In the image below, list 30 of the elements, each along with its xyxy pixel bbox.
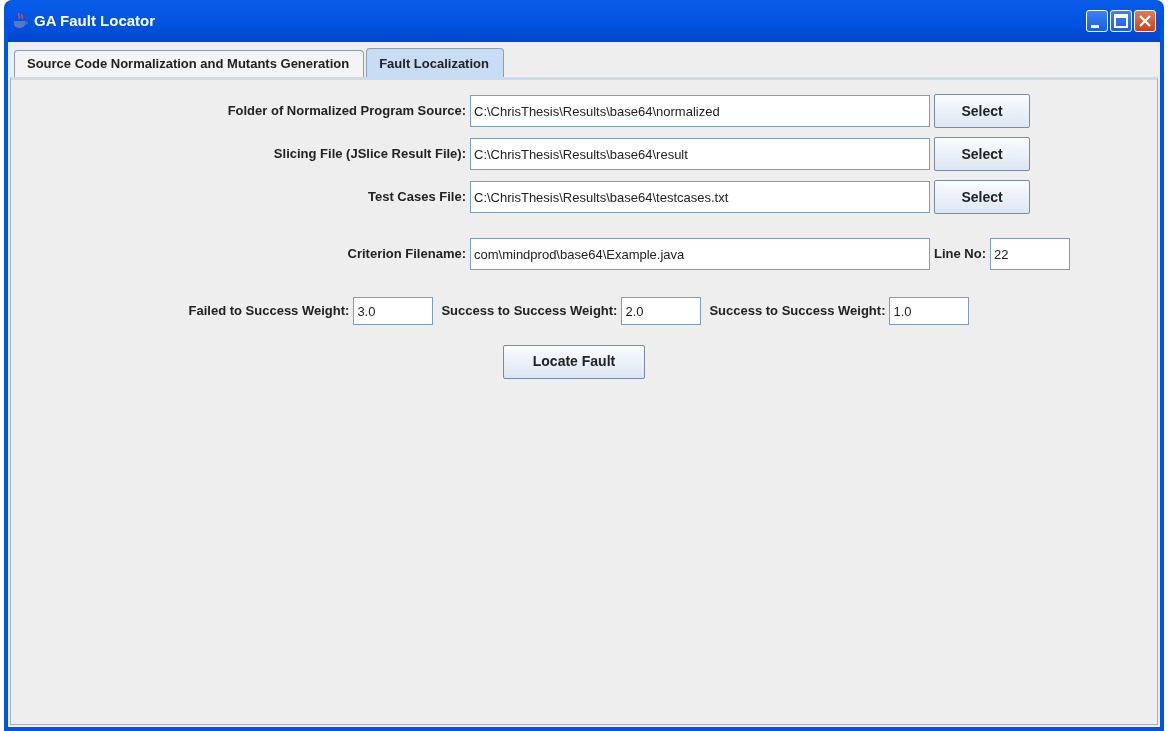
field-label: Success to Success Weight: (709, 302, 886, 321)
field-label: Criterion Filename: (347, 246, 466, 262)
weight-field[interactable]: 2.0 (621, 297, 702, 325)
select-button[interactable]: Select (934, 94, 1030, 128)
field-label: Failed to Success Weight: (188, 302, 350, 321)
tab[interactable]: Fault Localization (366, 48, 504, 77)
maximize-button[interactable] (1110, 10, 1132, 32)
field-label: Folder of Normalized Program Source: (227, 103, 466, 119)
line-number-field[interactable]: 22 (990, 238, 1070, 270)
window-title: GA Fault Locator (34, 10, 157, 31)
field-label: Slicing File (JSlice Result File): (273, 146, 466, 162)
select-button[interactable]: Select (934, 137, 1030, 171)
maximize-icon (1114, 14, 1128, 28)
minimize-button[interactable] (1086, 10, 1108, 32)
field-label: Test Cases File: (367, 189, 466, 205)
path-field[interactable]: C:\ChrisThesis\Results\base64\normalized (470, 95, 930, 127)
close-icon (1138, 14, 1152, 28)
minimize-icon (1091, 24, 1099, 28)
weight-field[interactable]: 1.0 (889, 297, 970, 325)
locate-fault-button[interactable]: Locate Fault (503, 344, 645, 379)
path-field[interactable]: C:\ChrisThesis\Results\base64\testcases.txt (470, 181, 930, 213)
select-button[interactable]: Select (934, 180, 1030, 214)
tab[interactable]: Source Code Normalization and Mutants Generation (14, 50, 365, 77)
close-button[interactable] (1134, 10, 1156, 32)
weight-field[interactable]: 3.0 (353, 297, 434, 325)
path-field[interactable]: C:\ChrisThesis\Results\base64\result (470, 138, 930, 170)
coffee-cup-icon (12, 12, 28, 30)
criterion-field[interactable]: com\mindprod\base64\Example.java (470, 238, 930, 270)
field-label: Success to Success Weight: (441, 302, 618, 321)
field-label: Line No: (934, 245, 986, 264)
